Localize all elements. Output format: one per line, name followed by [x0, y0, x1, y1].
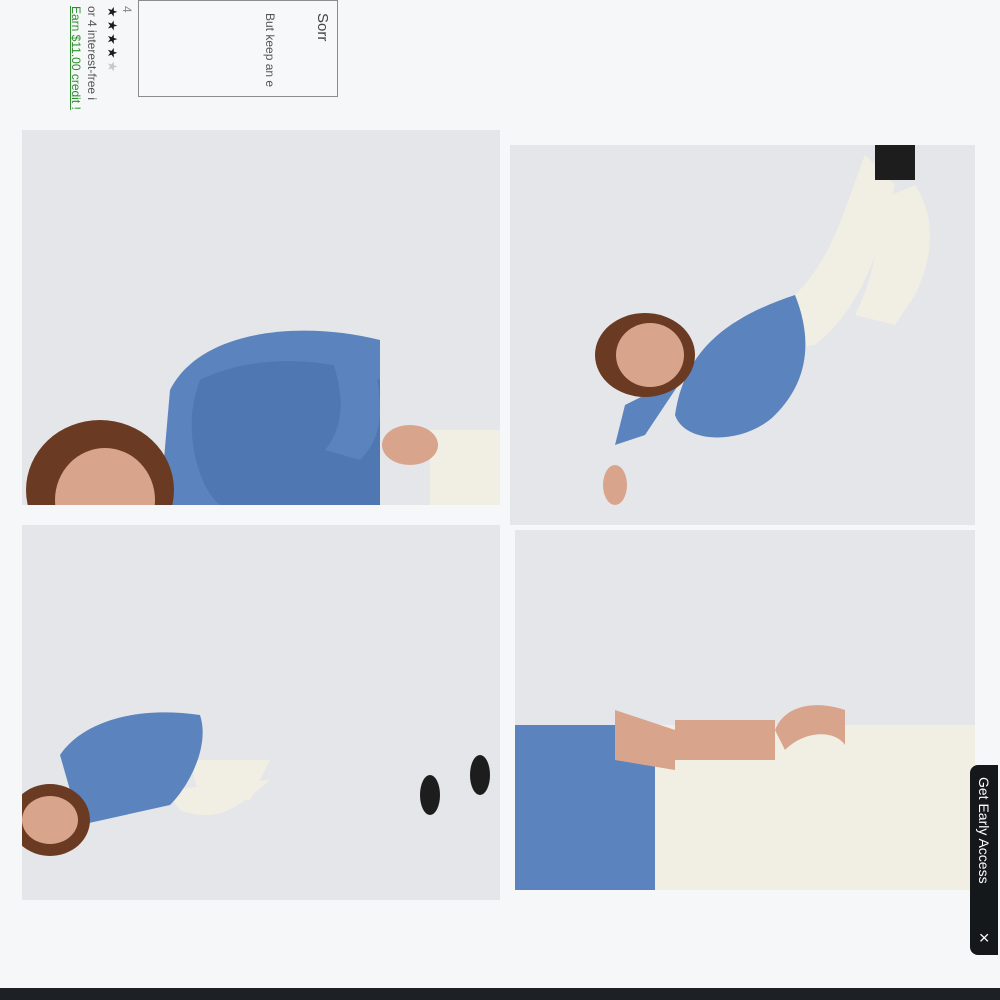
credit-link[interactable]: Earn $11.00 credit !	[69, 6, 83, 110]
gallery-image-3[interactable]	[22, 525, 500, 900]
review-count: 4	[120, 6, 134, 13]
gallery-image-4[interactable]	[515, 530, 975, 890]
page: 4 ★★★★★ or 4 interest-free i Earn $11.00…	[0, 0, 1000, 990]
close-icon[interactable]: ×	[974, 932, 994, 943]
early-access-button[interactable]: Get Early Access ×	[970, 765, 998, 955]
screen: 4 ★★★★★ or 4 interest-free i Earn $11.00…	[0, 0, 1000, 990]
gallery-image-2[interactable]	[510, 145, 975, 525]
notice-body: But keep an e	[263, 13, 277, 88]
afterpay-text: or 4 interest-free i	[85, 6, 99, 101]
early-access-label: Get Early Access	[976, 777, 992, 884]
star-icons: ★★★★	[105, 6, 120, 61]
gallery-image-1[interactable]	[22, 130, 500, 505]
star-empty-icon: ★	[105, 60, 120, 75]
rating-stars[interactable]: ★★★★★	[104, 6, 120, 74]
out-of-stock-notice: Sorr But keep an e	[138, 0, 338, 97]
notice-title: Sorr	[314, 13, 331, 42]
monitor-bezel	[0, 988, 1000, 1000]
